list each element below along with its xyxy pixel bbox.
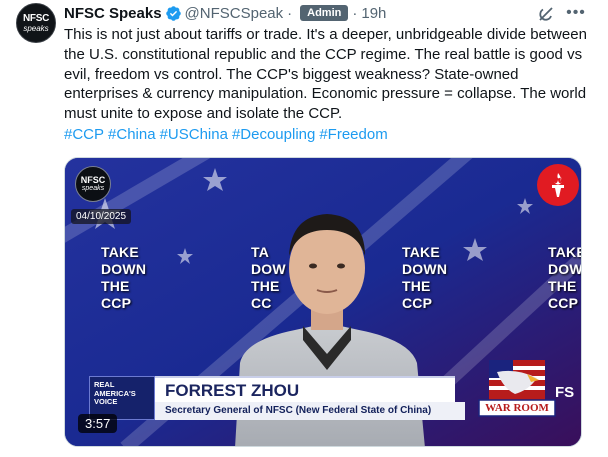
hashtag-link[interactable]: #Decoupling	[232, 126, 315, 143]
author-avatar[interactable]: NFSC speaks	[16, 3, 56, 43]
banner-line: THE	[251, 278, 280, 294]
video-date: 04/10/2025	[71, 209, 132, 224]
avatar-text-line1: NFSC	[22, 12, 50, 24]
banner-line: DOW	[251, 261, 286, 277]
speaker-title: Secretary General of NFSC (New Federal S…	[155, 402, 465, 420]
banner-line: THE	[402, 278, 431, 294]
tweet-text: This is not just about tariffs or trade.…	[64, 26, 587, 123]
hashtag-list: #CCP #China #USChina #Decoupling #Freedom	[64, 125, 392, 145]
banner-text-edge: TAKE DOWN THE CCP	[548, 244, 582, 312]
war-room-logo: WAR ROOM	[475, 360, 559, 422]
banner-line: DOWN	[402, 261, 448, 277]
tweet-header: NFSC Speaks @NFSCSpeak · Admin · 19h	[64, 3, 386, 23]
banner-text-right: TAKE DOWN THE CCP	[402, 244, 447, 312]
author-handle[interactable]: @NFSCSpeak	[185, 5, 284, 22]
war-room-text: WAR ROOM	[485, 402, 549, 414]
banner-line: THE	[548, 278, 577, 294]
author-name[interactable]: NFSC Speaks	[64, 5, 162, 22]
banner-line: TAKE	[101, 244, 139, 260]
banner-text-left: TAKE DOWN THE CCP	[101, 244, 146, 312]
more-options-icon[interactable]: •••	[566, 3, 586, 23]
video-duration: 3:57	[78, 414, 118, 433]
speaker-name: FORREST ZHOU	[155, 376, 455, 402]
lower-third: REAL AMERICA'S VOICE FORREST ZHOU Secret…	[89, 360, 559, 422]
grok-icon[interactable]	[536, 4, 556, 24]
network-logo-line: VOICE	[94, 397, 118, 406]
banner-line: CCP	[548, 295, 579, 311]
video-player[interactable]: NFSC speaks 04/10/2025 TAKE DOWN THE CCP…	[64, 157, 582, 447]
banner-line: DOWN	[548, 261, 582, 277]
tweet[interactable]: NFSC speaks NFSC Speaks @NFSCSpeak · Adm…	[0, 0, 608, 457]
hashtag-link[interactable]: #USChina	[160, 126, 228, 143]
avatar-text-line2: speaks	[23, 23, 49, 33]
banner-line: TA	[251, 244, 270, 260]
banner-line: TAKE	[402, 244, 440, 260]
banner-line: CCP	[101, 295, 132, 311]
edge-text: FS	[555, 384, 575, 401]
admin-badge: Admin	[300, 5, 349, 21]
torch-icon	[537, 164, 579, 206]
banner-line: CCP	[402, 295, 433, 311]
banner-line: TAKE	[548, 244, 581, 260]
hashtag-link[interactable]: #Freedom	[319, 126, 387, 143]
separator-dot: ·	[287, 4, 293, 22]
nfsc-speaks-logo: NFSC speaks	[75, 166, 111, 202]
banner-text-partial: TA DOW THE CC	[251, 244, 286, 312]
banner-line: CC	[251, 295, 272, 311]
banner-line: DOWN	[101, 261, 147, 277]
hashtag-link[interactable]: #CCP	[64, 126, 104, 143]
hashtag-link[interactable]: #China	[108, 126, 156, 143]
tweet-timestamp[interactable]: 19h	[361, 5, 386, 22]
verified-badge-icon	[165, 5, 182, 22]
video-logo-text-line2: speaks	[81, 184, 105, 192]
banner-line: THE	[101, 278, 130, 294]
video-logo-text-line1: NFSC	[80, 174, 106, 185]
separator-dot: ·	[352, 4, 358, 22]
